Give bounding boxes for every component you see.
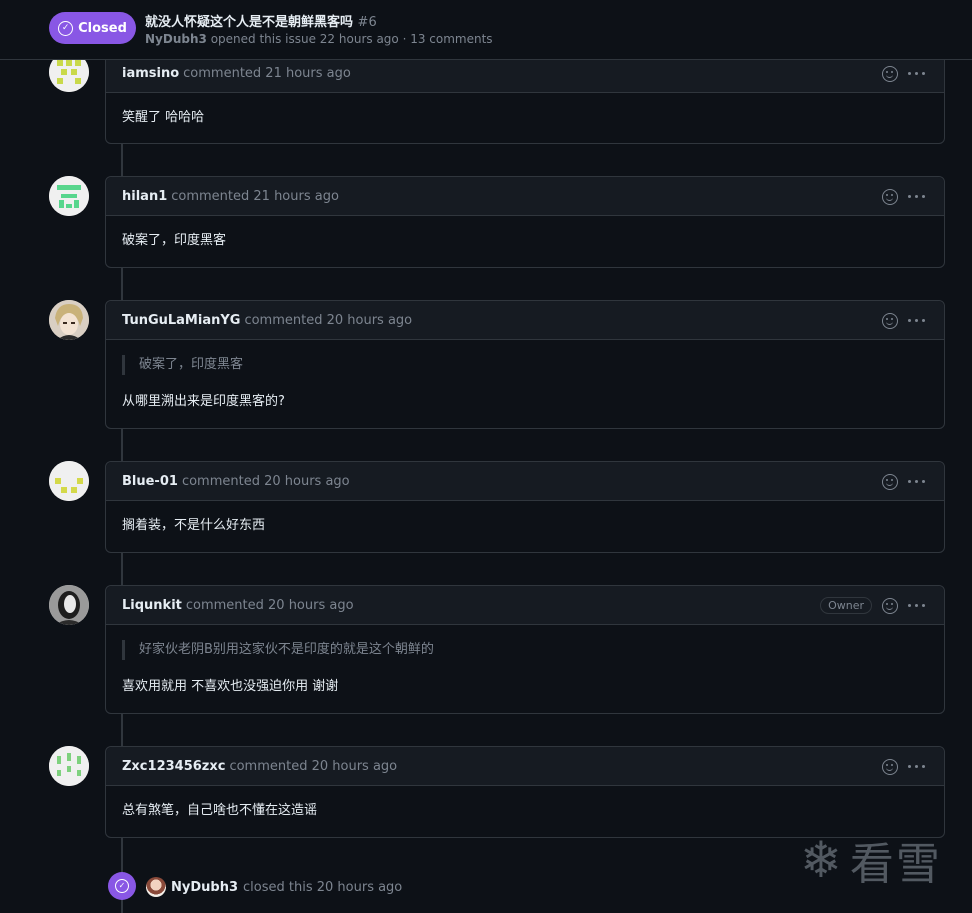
add-reaction-icon[interactable] <box>882 188 898 205</box>
comment-body: 破案了，印度黑客 从哪里溯出来是印度黑客的? <box>106 340 944 429</box>
user-photo-image <box>49 300 89 340</box>
comment-box: Liqunkit commented 20 hours ago Owner 好家… <box>105 585 945 714</box>
add-reaction-icon[interactable] <box>882 312 898 329</box>
comment-header: TunGuLaMianYG commented 20 hours ago <box>106 301 944 340</box>
add-reaction-icon[interactable] <box>882 65 898 82</box>
comment-box: Blue-01 commented 20 hours ago 搁着装，不是什么好… <box>105 461 945 553</box>
identicon-image <box>49 461 89 501</box>
comment-time[interactable]: commented 20 hours ago <box>244 313 412 328</box>
comment-box: TunGuLaMianYG commented 20 hours ago 破案了… <box>105 300 945 429</box>
comment-time[interactable]: commented 20 hours ago <box>229 759 397 774</box>
avatar[interactable] <box>49 461 89 501</box>
more-options-icon[interactable] <box>908 764 926 769</box>
more-options-icon[interactable] <box>908 71 926 76</box>
closed-event: NyDubh3 closed this 20 hours ago <box>146 877 402 897</box>
comment-text: 从哪里溯出来是印度黑客的? <box>122 394 285 409</box>
identicon-image <box>49 746 89 786</box>
watermark-text: 看雪 <box>849 839 942 890</box>
user-photo-image <box>49 585 89 625</box>
avatar[interactable] <box>49 176 89 216</box>
comment-author[interactable]: Blue-01 <box>122 474 178 489</box>
comment-author[interactable]: Zxc123456zxc <box>122 759 225 774</box>
issue-title-text: 就没人怀疑这个人是不是朝鲜黑客吗 <box>145 15 354 30</box>
comment-time[interactable]: commented 21 hours ago <box>183 66 351 81</box>
comment-box: Zxc123456zxc commented 20 hours ago 总有煞笔… <box>105 746 945 838</box>
comment-author[interactable]: Liqunkit <box>122 598 182 613</box>
comment-header: Blue-01 commented 20 hours ago <box>106 462 944 501</box>
closed-event-text[interactable]: closed this 20 hours ago <box>243 880 402 895</box>
issue-state-label: Closed <box>78 20 127 36</box>
comment-text: 喜欢用就用 不喜欢也没强迫你用 谢谢 <box>122 679 339 694</box>
comment-author[interactable]: TunGuLaMianYG <box>122 313 240 328</box>
comment-header: Liqunkit commented 20 hours ago Owner <box>106 586 944 625</box>
issue-meta: NyDubh3 opened this issue 22 hours ago ·… <box>145 32 493 46</box>
snowflake-icon: ❄ <box>800 831 842 889</box>
avatar[interactable] <box>49 746 89 786</box>
comment-box: hilan1 commented 21 hours ago 破案了，印度黑客 <box>105 176 945 268</box>
issue-number: #6 <box>357 15 377 30</box>
more-options-icon[interactable] <box>908 194 926 199</box>
watermark: ❄ 看雪 <box>800 828 942 892</box>
comment-time[interactable]: commented 20 hours ago <box>186 598 354 613</box>
comment-body: 破案了，印度黑客 <box>122 233 227 248</box>
comment-author[interactable]: iamsino <box>122 66 179 81</box>
add-reaction-icon[interactable] <box>882 758 898 775</box>
comment-header: hilan1 commented 21 hours ago <box>106 177 944 216</box>
add-reaction-icon[interactable] <box>882 597 898 614</box>
check-circle-icon: ✓ <box>58 20 74 36</box>
owner-badge: Owner <box>820 597 872 614</box>
comment-quote: 破案了，印度黑客 <box>122 355 928 375</box>
comment-body: 好家伙老阴B别用这家伙不是印度的就是这个朝鲜的 喜欢用就用 不喜欢也没强迫你用 … <box>106 625 944 714</box>
comment-time[interactable]: commented 20 hours ago <box>182 474 350 489</box>
check-circle-icon: ✓ <box>115 879 129 893</box>
comment-body: 笑醒了 哈哈哈 <box>122 110 205 125</box>
comment-header: Zxc123456zxc commented 20 hours ago <box>106 747 944 786</box>
avatar[interactable] <box>49 585 89 625</box>
issue-sticky-header: ✓ Closed 就没人怀疑这个人是不是朝鲜黑客吗 #6 NyDubh3 ope… <box>0 0 972 60</box>
issue-author-link[interactable]: NyDubh3 <box>145 32 207 46</box>
more-options-icon[interactable] <box>908 318 926 323</box>
comment-author[interactable]: hilan1 <box>122 189 167 204</box>
comment-box: iamsino commented 21 hours ago 笑醒了 哈哈哈 <box>105 53 945 144</box>
closed-event-actor[interactable]: NyDubh3 <box>171 880 238 895</box>
comment-body: 搁着装，不是什么好东西 <box>122 518 266 533</box>
avatar[interactable] <box>146 877 166 897</box>
issue-title[interactable]: 就没人怀疑这个人是不是朝鲜黑客吗 #6 <box>145 11 377 30</box>
comment-quote: 好家伙老阴B别用这家伙不是印度的就是这个朝鲜的 <box>122 640 928 660</box>
closed-event-badge: ✓ <box>108 872 136 900</box>
add-reaction-icon[interactable] <box>882 473 898 490</box>
identicon-image <box>49 176 89 216</box>
issue-meta-text: opened this issue 22 hours ago · 13 comm… <box>210 32 493 46</box>
comment-time[interactable]: commented 21 hours ago <box>171 189 339 204</box>
more-options-icon[interactable] <box>908 603 926 608</box>
avatar[interactable] <box>49 300 89 340</box>
issue-state-badge: ✓ Closed <box>49 12 136 44</box>
more-options-icon[interactable] <box>908 479 926 484</box>
